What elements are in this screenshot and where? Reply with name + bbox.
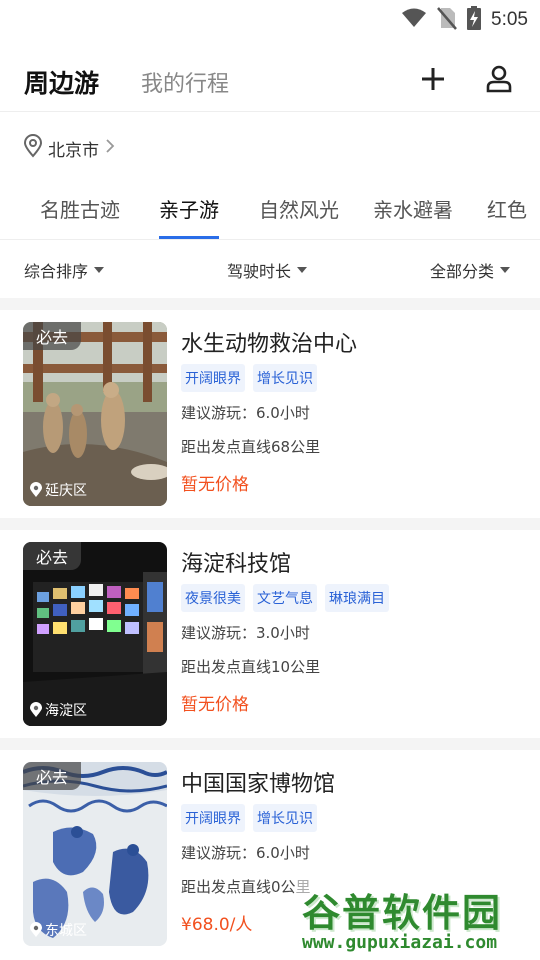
sort-dropdown[interactable]: 综合排序: [24, 258, 105, 282]
tag: 开阔眼界: [181, 804, 245, 832]
category-dropdown[interactable]: 全部分类: [430, 258, 511, 282]
no-sim-icon: [437, 6, 457, 34]
attraction-card[interactable]: 必去 延庆区 水生动物救治中心 开阔眼界 增长见识 建议游玩：6.0小时 距出发…: [0, 310, 540, 516]
tag: 文艺气息: [253, 584, 317, 612]
dropdown-arrow-icon: [500, 267, 511, 273]
top-header: 周边游 我的行程: [0, 46, 540, 112]
watermark-name: 谷普软件园: [302, 891, 503, 935]
category-label: 全部分类: [430, 262, 495, 281]
battery-charging-icon: [467, 6, 482, 34]
location-pin-icon: [29, 482, 43, 498]
tab-category-active[interactable]: 亲子游: [159, 194, 219, 223]
active-tab-indicator: [159, 236, 219, 239]
dropdown-arrow-icon: [94, 267, 105, 273]
location-pin-icon: [29, 702, 43, 718]
price-text: 暂无价格: [181, 475, 249, 495]
status-bar: 5:05: [0, 0, 540, 36]
section-divider: [0, 738, 540, 750]
location-pin-icon: [29, 922, 43, 938]
attraction-card[interactable]: 必去 海淀区 海淀科技馆 夜景很美 文艺气息 琳琅满目 建议游玩：3.0小时 距…: [0, 530, 540, 736]
attraction-photo: 必去 东城区: [23, 762, 167, 946]
location-pin-icon: [22, 134, 44, 162]
duration-dropdown[interactable]: 驾驶时长: [227, 258, 308, 282]
distance-text: 距出发点直线68公里: [181, 438, 321, 456]
tab-category[interactable]: 名胜古迹: [40, 194, 120, 223]
suggested-duration: 建议游玩：3.0小时: [181, 624, 310, 642]
must-visit-badge: 必去: [23, 762, 81, 790]
district-label: 东城区: [29, 920, 87, 940]
tab-my-trips[interactable]: 我的行程: [141, 66, 229, 98]
tag-list: 开阔眼界 增长见识: [181, 804, 317, 832]
suggested-duration: 建议游玩：6.0小时: [181, 404, 310, 422]
user-icon[interactable]: [484, 64, 514, 94]
tag: 夜景很美: [181, 584, 245, 612]
plus-icon[interactable]: [418, 64, 448, 94]
tab-category[interactable]: 亲水避暑: [373, 194, 453, 223]
must-visit-badge: 必去: [23, 322, 81, 350]
tab-category[interactable]: 红色: [487, 194, 527, 223]
tag: 增长见识: [253, 364, 317, 392]
attraction-name: 中国国家博物馆: [181, 772, 336, 797]
category-tabs: 名胜古迹 亲子游 自然风光 亲水避暑 红色: [0, 180, 540, 240]
attraction-photo: 必去 海淀区: [23, 542, 167, 726]
must-visit-badge: 必去: [23, 542, 81, 570]
district-name: 海淀区: [45, 703, 87, 719]
tab-category[interactable]: 自然风光: [259, 194, 339, 223]
duration-label: 驾驶时长: [227, 262, 292, 281]
suggested-duration: 建议游玩：6.0小时: [181, 844, 310, 862]
sort-label: 综合排序: [24, 262, 89, 281]
wifi-icon: [401, 7, 427, 33]
section-divider: [0, 518, 540, 530]
tag: 开阔眼界: [181, 364, 245, 392]
page-title[interactable]: 周边游: [24, 64, 99, 100]
attraction-photo: 必去 延庆区: [23, 322, 167, 506]
tag-list: 开阔眼界 增长见识: [181, 364, 317, 392]
attraction-name: 海淀科技馆: [181, 552, 292, 577]
district-name: 东城区: [45, 923, 87, 939]
district-label: 延庆区: [29, 480, 87, 500]
attraction-name: 水生动物救治中心: [181, 332, 358, 357]
status-time: 5:05: [491, 9, 528, 30]
tag: 琳琅满目: [325, 584, 389, 612]
chevron-right-icon: [103, 137, 117, 159]
city-label: 北京市: [48, 140, 99, 161]
filter-bar: 综合排序 驾驶时长 全部分类: [0, 244, 540, 294]
tag-list: 夜景很美 文艺气息 琳琅满目: [181, 584, 389, 612]
distance-text: 距出发点直线0公里: [181, 878, 311, 896]
distance-text: 距出发点直线10公里: [181, 658, 321, 676]
section-divider: [0, 298, 540, 310]
price-text: 暂无价格: [181, 695, 249, 715]
price-text: ¥68.0/人: [181, 915, 253, 935]
district-label: 海淀区: [29, 700, 87, 720]
watermark-url: www.gupuxiazai.com: [302, 932, 498, 953]
tag: 增长见识: [253, 804, 317, 832]
dropdown-arrow-icon: [297, 267, 308, 273]
site-watermark: 谷普软件园 www.gupuxiazai.com: [296, 876, 540, 960]
district-name: 延庆区: [45, 483, 87, 499]
location-selector[interactable]: 北京市: [22, 134, 117, 162]
